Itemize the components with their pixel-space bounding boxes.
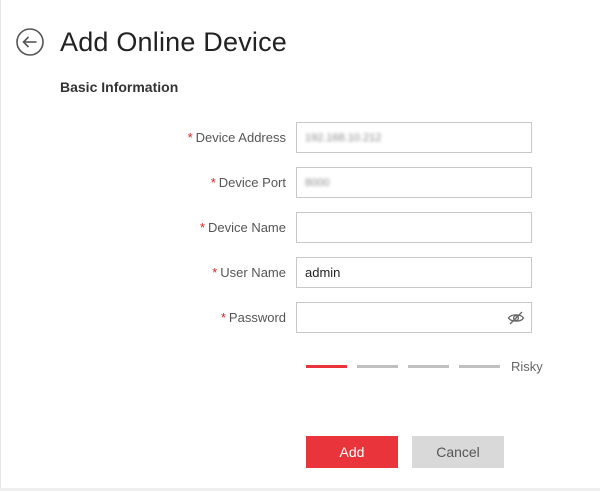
device-name-field[interactable] xyxy=(296,212,532,243)
password-label: * Password xyxy=(220,310,286,325)
password-strength-label: Risky xyxy=(511,358,543,374)
add-button[interactable]: Add xyxy=(306,436,398,468)
device-name-label: * Device Name xyxy=(199,220,286,235)
add-online-device-page: Add Online Device Basic Information * Dev… xyxy=(0,0,600,491)
strength-bar-2 xyxy=(357,364,398,368)
back-arrow-icon[interactable] xyxy=(15,27,45,57)
device-address-row: * Device Address 192.168.10.212 xyxy=(150,122,542,153)
required-marker: * xyxy=(210,175,216,190)
device-port-row: * Device Port 8000 xyxy=(150,167,542,198)
page-header: Add Online Device xyxy=(15,22,287,62)
password-field[interactable] xyxy=(296,302,532,333)
page-title: Add Online Device xyxy=(60,26,288,57)
required-marker: * xyxy=(187,130,193,145)
required-marker: * xyxy=(212,265,218,280)
device-address-field[interactable]: 192.168.10.212 xyxy=(296,122,532,153)
required-marker: * xyxy=(220,310,226,325)
left-border xyxy=(0,0,1,491)
device-port-label: * Device Port xyxy=(210,175,286,190)
user-name-value: admin xyxy=(305,265,341,280)
user-name-label: * User Name xyxy=(212,265,286,280)
device-name-row: * Device Name xyxy=(150,212,542,243)
strength-bar-1 xyxy=(306,364,347,368)
user-name-field[interactable]: admin xyxy=(296,257,532,288)
eye-hidden-icon[interactable] xyxy=(507,309,525,327)
strength-bar-3 xyxy=(408,364,449,368)
device-port-value: 8000 xyxy=(305,176,330,189)
strength-bar-4 xyxy=(459,364,500,368)
device-address-label: * Device Address xyxy=(187,130,286,145)
device-port-field[interactable]: 8000 xyxy=(296,167,532,198)
password-strength-indicator: Risky xyxy=(306,358,546,374)
cancel-button[interactable]: Cancel xyxy=(412,436,504,468)
required-marker: * xyxy=(199,220,205,235)
device-address-value: 192.168.10.212 xyxy=(305,131,382,144)
password-row: * Password xyxy=(150,302,542,333)
section-title-basic-information: Basic Information xyxy=(60,79,179,95)
user-name-row: * User Name admin xyxy=(150,257,542,288)
